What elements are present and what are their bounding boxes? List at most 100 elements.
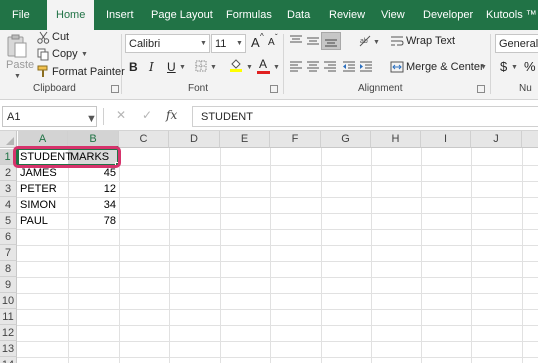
- row-header-8[interactable]: 8: [0, 261, 17, 277]
- align-bottom-button[interactable]: [321, 32, 341, 50]
- column-header-h[interactable]: H: [371, 131, 421, 148]
- font-color-icon: A: [259, 57, 268, 71]
- format-painter-label: Format Painter: [52, 66, 125, 78]
- fill-color-dropdown-icon: ▼: [246, 64, 253, 71]
- align-middle-icon[interactable]: [306, 35, 320, 47]
- group-divider: [283, 34, 284, 94]
- row-header-12[interactable]: 12: [0, 325, 17, 341]
- select-all-icon: [6, 137, 14, 145]
- gridline: [17, 293, 538, 294]
- cell-a5[interactable]: PAUL: [20, 213, 67, 229]
- confirm-entry-icon[interactable]: ✓: [142, 108, 152, 122]
- row-header-4[interactable]: 4: [0, 197, 17, 213]
- align-right-icon[interactable]: [323, 61, 337, 73]
- bold-button[interactable]: B: [129, 60, 138, 74]
- alignment-dialog-launcher-icon[interactable]: [477, 85, 485, 93]
- font-color-bar: [257, 71, 270, 74]
- font-name-select[interactable]: Calibri ▼: [125, 34, 210, 53]
- clipboard-group-label: Clipboard: [33, 83, 76, 94]
- grow-font-icon: A: [251, 35, 260, 50]
- italic-button[interactable]: I: [149, 60, 154, 74]
- font-group-label: Font: [188, 83, 209, 94]
- number-format-value: General: [499, 38, 538, 50]
- row-header-5[interactable]: 5: [0, 213, 17, 229]
- cancel-entry-icon[interactable]: ✕: [116, 108, 126, 122]
- row-header-9[interactable]: 9: [0, 277, 17, 293]
- wrap-text-label: Wrap Text: [406, 35, 456, 47]
- column-header-f[interactable]: F: [270, 131, 321, 148]
- paste-dropdown-icon: ▼: [14, 73, 21, 80]
- increase-indent-icon[interactable]: [359, 61, 373, 73]
- font-dialog-launcher-icon[interactable]: [270, 85, 278, 93]
- tab-page-layout[interactable]: Page Layout: [151, 0, 213, 30]
- cell-b3[interactable]: 12: [69, 181, 116, 197]
- formula-input[interactable]: STUDENT: [192, 106, 538, 127]
- column-header-e[interactable]: E: [220, 131, 270, 148]
- tab-developer[interactable]: Developer: [423, 0, 473, 30]
- borders-dropdown-icon: ▼: [210, 64, 217, 71]
- orientation-dropdown-icon[interactable]: ▼: [373, 39, 380, 46]
- gridline: [17, 325, 538, 326]
- name-box-value: A1: [7, 111, 21, 123]
- scissors-icon: [37, 31, 50, 44]
- column-header-i[interactable]: I: [421, 131, 471, 148]
- column-header-j[interactable]: J: [471, 131, 522, 148]
- formula-bar-divider: [103, 108, 104, 125]
- clipboard-dialog-launcher-icon[interactable]: [111, 85, 119, 93]
- row-header-2[interactable]: 2: [0, 165, 17, 181]
- percent-format-button[interactable]: %: [524, 59, 536, 74]
- format-painter-icon: [37, 65, 48, 77]
- row-header-3[interactable]: 3: [0, 181, 17, 197]
- cell-b4[interactable]: 34: [69, 197, 116, 213]
- alignment-group-label: Alignment: [358, 83, 403, 94]
- align-left-icon[interactable]: [289, 61, 303, 73]
- ribbon-home: Paste ▼ Cut Copy ▼ Format Painter Clipbo…: [0, 30, 538, 100]
- currency-format-button[interactable]: $: [500, 59, 507, 74]
- tab-kutools[interactable]: Kutools ™: [486, 0, 537, 30]
- column-header-c[interactable]: C: [119, 131, 169, 148]
- font-size-select[interactable]: 11 ▼: [211, 34, 246, 53]
- header-highlight-annotation: [13, 146, 121, 168]
- decrease-indent-icon[interactable]: [342, 61, 356, 73]
- align-center-icon[interactable]: [306, 61, 320, 73]
- group-divider: [490, 34, 491, 94]
- worksheet-grid[interactable]: A B C D E F G H I J 1 2 3 4 5 6 7 8 9 10…: [0, 131, 538, 363]
- cell-a3[interactable]: PETER: [20, 181, 67, 197]
- gridline: [17, 357, 538, 358]
- align-top-icon[interactable]: [289, 35, 303, 47]
- tab-file[interactable]: File: [12, 0, 30, 30]
- currency-dropdown-icon[interactable]: ▼: [511, 64, 518, 71]
- tab-review[interactable]: Review: [329, 0, 365, 30]
- gridline: [17, 277, 538, 278]
- number-group-label: Nu: [519, 83, 532, 94]
- gridline: [17, 341, 538, 342]
- cell-a4[interactable]: SIMON: [20, 197, 67, 213]
- number-format-select[interactable]: General: [495, 34, 538, 53]
- row-header-11[interactable]: 11: [0, 309, 17, 325]
- row-header-7[interactable]: 7: [0, 245, 17, 261]
- tab-data[interactable]: Data: [287, 0, 310, 30]
- tab-insert[interactable]: Insert: [106, 0, 134, 30]
- row-header-14[interactable]: 14: [0, 357, 17, 363]
- row-header-13[interactable]: 13: [0, 341, 17, 357]
- insert-function-button[interactable]: fx: [166, 108, 177, 122]
- tab-view[interactable]: View: [381, 0, 405, 30]
- underline-dropdown-icon[interactable]: ▼: [179, 64, 186, 71]
- column-header-k[interactable]: [522, 131, 538, 148]
- cell-b5[interactable]: 78: [69, 213, 116, 229]
- gridline: [17, 245, 538, 246]
- merge-center-icon: [390, 61, 404, 73]
- column-header-d[interactable]: D: [169, 131, 220, 148]
- orientation-icon[interactable]: ab: [358, 34, 372, 48]
- svg-text:ab: ab: [360, 38, 368, 45]
- underline-button[interactable]: U: [167, 60, 176, 74]
- tab-formulas[interactable]: Formulas: [226, 0, 272, 30]
- fill-color-icon: [230, 59, 242, 72]
- merge-center-dropdown-icon: ▼: [480, 64, 487, 71]
- tab-home[interactable]: Home: [47, 0, 95, 31]
- row-header-6[interactable]: 6: [0, 229, 17, 245]
- row-header-10[interactable]: 10: [0, 293, 17, 309]
- column-header-g[interactable]: G: [321, 131, 371, 148]
- select-all-button[interactable]: [0, 131, 17, 148]
- name-box[interactable]: A1 ▼: [2, 106, 97, 127]
